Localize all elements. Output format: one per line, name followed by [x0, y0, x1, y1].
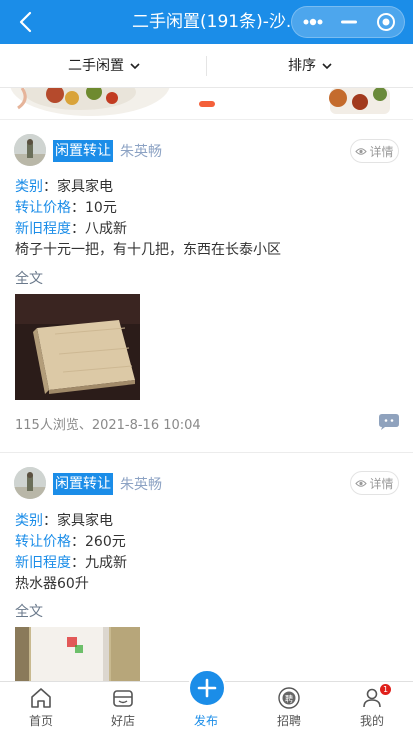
- field-separator: ：: [71, 534, 85, 550]
- chevron-down-icon: [130, 62, 140, 69]
- field-separator: ：: [43, 513, 57, 529]
- field-key: 类别: [15, 179, 43, 195]
- eye-icon: [355, 147, 368, 155]
- water-heater-photo: [15, 627, 140, 681]
- field-value: 八成新: [85, 221, 127, 237]
- user-photo: [14, 467, 46, 499]
- field-category: 类别：家具家电: [15, 176, 113, 196]
- minimize-button[interactable]: [330, 7, 368, 37]
- post-category-tag: 闲置转让: [53, 473, 113, 495]
- field-value: 10元: [85, 200, 117, 216]
- field-key: 新旧程度: [15, 221, 71, 237]
- chevron-left-icon: [19, 11, 32, 33]
- field-key: 转让价格: [15, 200, 71, 216]
- more-dots-icon: [303, 18, 323, 26]
- filter-divider: [206, 56, 207, 76]
- comment-button[interactable]: [379, 414, 399, 430]
- sort-filter-dropdown[interactable]: 排序: [288, 44, 332, 88]
- tab-label: 首页: [28, 714, 53, 728]
- author-name[interactable]: 朱英畅: [120, 474, 162, 494]
- tab-home[interactable]: 首页: [0, 682, 82, 728]
- field-key: 转让价格: [15, 534, 71, 550]
- avatar[interactable]: [14, 134, 46, 166]
- close-mini-program-button[interactable]: [367, 7, 405, 37]
- sort-filter-label: 排序: [288, 58, 316, 74]
- filter-bar: 二手闲置 排序: [0, 44, 413, 88]
- post-description: 椅子十元一把，有十几把，东西在长泰小区: [15, 242, 281, 258]
- field-price: 转让价格：10元: [15, 197, 117, 217]
- tab-label: 我的: [359, 714, 384, 728]
- read-more-link[interactable]: 全文: [15, 601, 43, 621]
- publish-button[interactable]: [188, 669, 226, 707]
- chat-bubble-icon: [379, 414, 399, 430]
- chevron-down-icon: [322, 62, 332, 69]
- shop-icon: [113, 690, 133, 707]
- tab-recruit[interactable]: 聘 招聘: [248, 682, 330, 728]
- field-condition: 新旧程度：八成新: [15, 218, 127, 238]
- field-price: 转让价格：260元: [15, 531, 126, 551]
- field-value: 家具家电: [57, 513, 113, 529]
- category-filter-label: 二手闲置: [68, 58, 124, 74]
- top-navigation-bar: 二手闲置(191条)-沙...: [0, 0, 413, 44]
- field-separator: ：: [71, 221, 85, 237]
- field-condition: 新旧程度：九成新: [15, 552, 127, 572]
- category-filter-dropdown[interactable]: 二手闲置: [68, 44, 140, 88]
- field-separator: ：: [71, 200, 85, 216]
- carousel-indicator: [199, 101, 215, 107]
- page-title: 二手闲置(191条)-沙...: [132, 12, 292, 32]
- target-icon: [377, 13, 395, 31]
- detail-label: 详情: [369, 476, 394, 491]
- tab-label: 发布: [193, 714, 218, 728]
- tab-shop[interactable]: 好店: [82, 682, 164, 728]
- read-more-link[interactable]: 全文: [15, 268, 43, 288]
- field-key: 新旧程度: [15, 555, 71, 571]
- field-separator: ：: [43, 179, 57, 195]
- field-category: 类别：家具家电: [15, 510, 113, 530]
- post-photo[interactable]: [15, 627, 140, 681]
- author-name[interactable]: 朱英畅: [120, 141, 162, 161]
- views-and-time: 115人浏览、2021-8-16 10:04: [15, 418, 201, 433]
- home-icon: [31, 688, 51, 708]
- field-separator: ：: [71, 555, 85, 571]
- detail-label: 详情: [369, 144, 394, 159]
- detail-button[interactable]: 详情: [350, 139, 399, 163]
- field-key: 类别: [15, 513, 43, 529]
- post-description: 热水器60升: [15, 576, 89, 592]
- more-button[interactable]: [294, 7, 332, 37]
- table-photo: [15, 294, 140, 400]
- tab-label: 好店: [110, 714, 135, 728]
- post-divider: [0, 452, 413, 453]
- eye-icon: [355, 479, 368, 487]
- svg-text:聘: 聘: [285, 694, 293, 704]
- avatar[interactable]: [14, 467, 46, 499]
- tab-mine[interactable]: 我的: [331, 682, 413, 728]
- minimize-icon: [341, 20, 357, 24]
- post-photo[interactable]: [15, 294, 140, 400]
- field-value: 九成新: [85, 555, 127, 571]
- detail-button[interactable]: 详情: [350, 471, 399, 495]
- field-value: 260元: [85, 534, 126, 550]
- post-category-tag: 闲置转让: [53, 140, 113, 162]
- banner-carousel[interactable]: [0, 88, 413, 120]
- field-value: 家具家电: [57, 179, 113, 195]
- plus-icon: [197, 678, 217, 698]
- tab-label: 招聘: [276, 714, 301, 728]
- mini-program-capsule: [291, 6, 405, 38]
- recruit-icon: 聘: [278, 687, 300, 709]
- back-button[interactable]: [14, 9, 40, 35]
- notification-badge: 1: [380, 684, 391, 695]
- user-photo: [14, 134, 46, 166]
